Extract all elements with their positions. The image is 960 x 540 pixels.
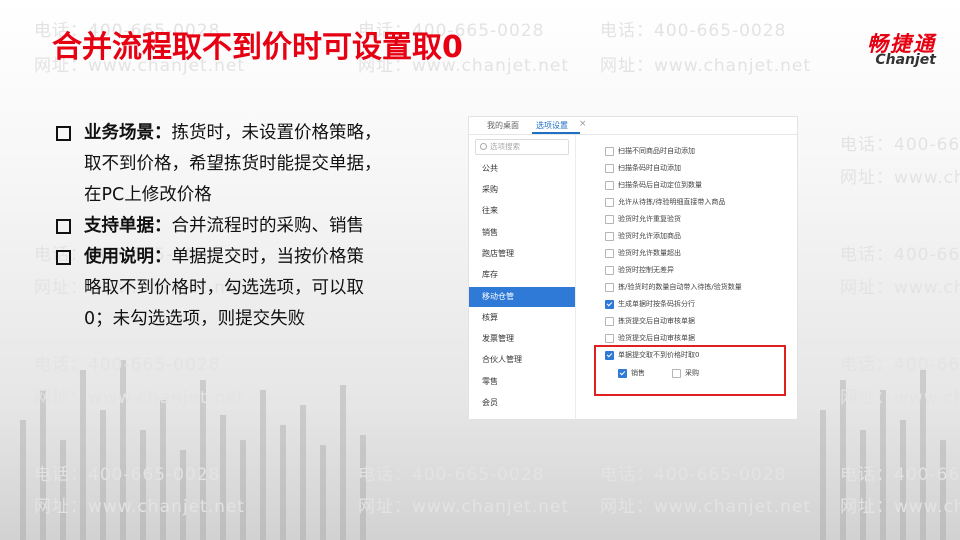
sidebar-item[interactable]: 会员 (469, 393, 575, 413)
checkbox[interactable] (605, 232, 614, 241)
watermark-site: 网址：www.chanjet.net (840, 168, 960, 188)
watermark-phone: 电话：400-665-0028 (840, 355, 960, 375)
watermark-site: 网址：www.chanjet.net (840, 388, 960, 408)
option-label: 允许从待拣/待验明细直接带入商品 (618, 198, 726, 206)
option-label: 扫描条码后自动定位到数量 (618, 181, 702, 189)
watermark-phone: 电话：400-665-0028 (34, 355, 221, 375)
sidebar-item[interactable]: 合伙人管理 (469, 350, 575, 370)
sidebar-item-active[interactable]: 移动仓管 (469, 287, 575, 307)
watermark-phone: 电话：400-665-0028 (358, 465, 545, 485)
watermark-phone: 电话：400-665-0028 (840, 465, 960, 485)
option-label: 生成单据时按条码拆分行 (618, 300, 695, 308)
bullet-label: 使用说明： (84, 247, 172, 267)
option-search-input[interactable]: 选项搜索 (475, 139, 569, 155)
bullet-label: 业务场景： (84, 123, 172, 143)
watermark-phone: 电话：400-665-0028 (34, 465, 221, 485)
sidebar-item[interactable]: 零售 (469, 372, 575, 392)
search-icon (480, 143, 487, 150)
close-icon[interactable]: × (579, 119, 587, 129)
bullet-continuation: 0；未勾选选项，则提交失败 (84, 309, 306, 329)
square-bullet-icon (56, 219, 71, 234)
option-label: 验货时允许添加商品 (618, 232, 681, 240)
active-tab-indicator (532, 132, 580, 134)
sidebar-item[interactable]: 库存 (469, 265, 575, 285)
watermark-phone: 电话：400-665-0028 (600, 465, 787, 485)
checkbox[interactable] (605, 215, 614, 224)
option-label: 验货提交后自动审核单据 (618, 334, 695, 342)
bullet-text: 单据提交时，当按价格策 (171, 247, 365, 267)
watermark-site: 网址：www.chanjet.net (840, 278, 960, 298)
square-bullet-icon (56, 126, 71, 141)
sidebar-item[interactable]: 核算 (469, 308, 575, 328)
option-label: 扫描条码时自动添加 (618, 164, 681, 172)
bullet-item: 业务场景：拣货时，未设置价格策略， (56, 118, 456, 149)
chanjet-logo: 畅捷通 Chanjet (818, 28, 938, 72)
checkbox[interactable] (605, 266, 614, 275)
watermark-phone: 电话：400-665-0028 (840, 135, 960, 155)
sidebar-item[interactable]: 采购 (469, 180, 575, 200)
bullet-label: 支持单据： (84, 216, 172, 236)
checkbox[interactable] (605, 147, 614, 156)
tab-my-desktop[interactable]: 我的桌面 (487, 120, 519, 131)
watermark-site: 网址：www.chanjet.net (358, 497, 570, 517)
checkbox[interactable] (605, 181, 614, 190)
options-sidebar: 选项搜索 公共 采购 往来 销售 跑店管理 库存 移动仓管 核算 发票管理 合伙… (469, 135, 576, 419)
bullet-continuation: 在PC上修改价格 (84, 185, 212, 205)
watermark-site: 网址：www.chanjet.net (34, 388, 246, 408)
watermark-site: 网址：www.chanjet.net (600, 497, 812, 517)
search-placeholder: 选项搜索 (490, 142, 520, 151)
watermark-phone: 电话：400-665-0028 (840, 245, 960, 265)
sidebar-item[interactable]: 发票管理 (469, 329, 575, 349)
bullet-list: 业务场景：拣货时，未设置价格策略， 取不到价格，希望拣货时能提交单据， 在PC上… (56, 118, 456, 335)
option-label: 拣货提交后自动审核单据 (618, 317, 695, 325)
checkbox[interactable] (605, 164, 614, 173)
sidebar-item[interactable]: 公共 (469, 159, 575, 179)
option-label: 验货时控制无差异 (618, 266, 674, 274)
bullet-continuation: 取不到价格，希望拣货时能提交单据， (84, 154, 382, 174)
bullet-text: 合并流程时的采购、销售 (171, 216, 365, 236)
tab-bar: 我的桌面 选项设置 × (469, 117, 797, 135)
checkbox[interactable] (605, 198, 614, 207)
checkbox-checked[interactable] (605, 300, 614, 309)
watermark-phone: 电话：400-665-0028 (600, 21, 787, 41)
bullet-item: 支持单据：合并流程时的采购、销售 (56, 211, 456, 242)
square-bullet-icon (56, 250, 71, 265)
option-label: 扫描不同商品时自动添加 (618, 147, 695, 155)
watermark-site: 网址：www.chanjet.net (840, 497, 960, 517)
sidebar-item[interactable]: 往来 (469, 201, 575, 221)
slide-title: 合并流程取不到价时可设置取0 (52, 30, 463, 65)
watermark-site: 网址：www.chanjet.net (34, 497, 246, 517)
checkbox[interactable] (605, 249, 614, 258)
logo-en-text: Chanjet (875, 52, 936, 68)
tab-options-settings[interactable]: 选项设置 (536, 120, 568, 131)
bullet-item: 使用说明：单据提交时，当按价格策 (56, 242, 456, 273)
checkbox[interactable] (605, 317, 614, 326)
checkbox[interactable] (605, 283, 614, 292)
bullet-text: 拣货时，未设置价格策略， (171, 123, 382, 143)
option-label: 验货时允许重复验货 (618, 215, 681, 223)
option-label: 拣/验货时的数量自动带入待拣/验货数量 (618, 283, 742, 291)
highlight-box (594, 345, 786, 396)
watermark-site: 网址：www.chanjet.net (600, 56, 812, 76)
option-label: 验货时允许数量超出 (618, 249, 681, 257)
sidebar-item[interactable]: 销售 (469, 223, 575, 243)
sidebar-item[interactable]: 跑店管理 (469, 244, 575, 264)
bullet-continuation: 略取不到价格时，勾选选项，可以取 (84, 278, 364, 298)
checkbox[interactable] (605, 334, 614, 343)
